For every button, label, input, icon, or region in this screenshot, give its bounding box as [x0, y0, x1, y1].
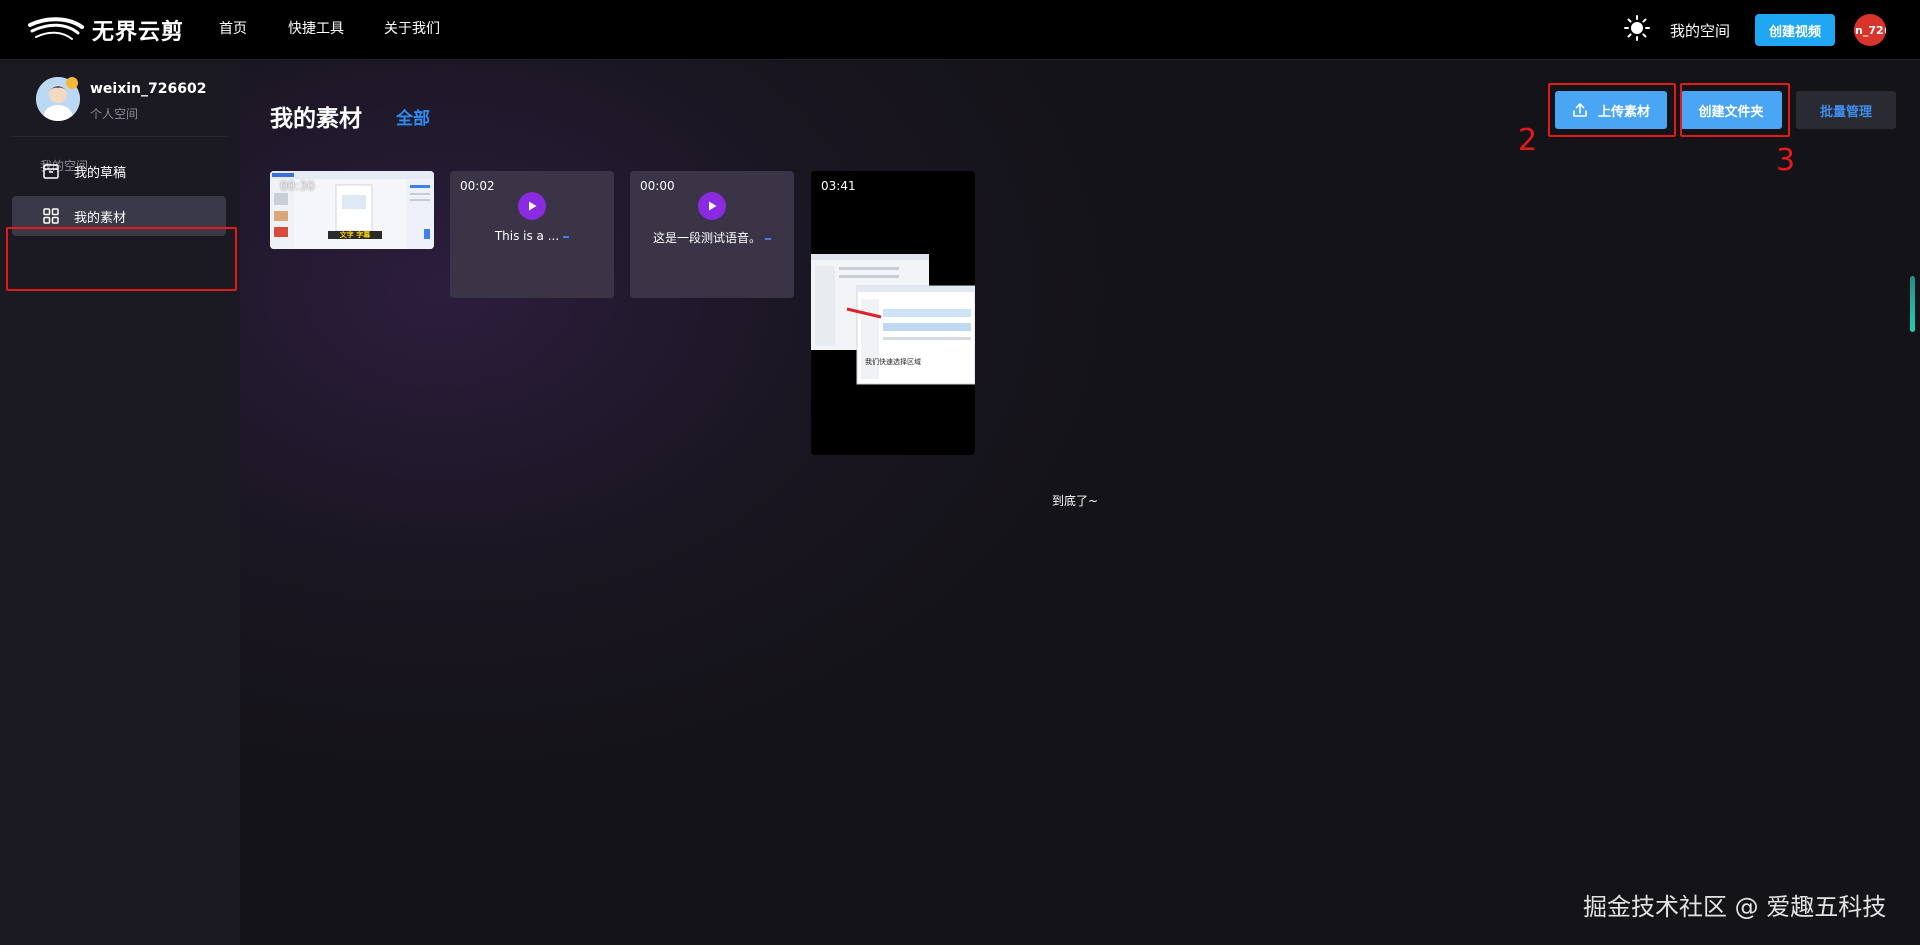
grid-icon: [43, 208, 59, 224]
create-video-button[interactable]: 创建视频: [1755, 14, 1835, 46]
card-duration: 00:00: [640, 179, 675, 193]
sidebar-divider: [12, 136, 228, 137]
play-button[interactable]: [698, 192, 726, 220]
batch-manage-button[interactable]: 批量管理: [1796, 91, 1896, 129]
theme-sun-icon[interactable]: [1624, 15, 1650, 41]
sidebar: weixin_726602 个人空间 我的空间 我的草稿 我的素材: [0, 61, 240, 945]
thumb-overlay-text: 文字 字幕: [339, 231, 371, 239]
material-card-audio[interactable]: 00:02 This is a ...: [450, 171, 614, 298]
card-duration: 00:30: [280, 179, 315, 193]
caption-dot: [765, 237, 771, 240]
video-thumbnail: [811, 254, 975, 385]
card-caption-text: This is a ...: [494, 229, 560, 243]
user-name: weixin_726602: [90, 81, 207, 97]
create-folder-button[interactable]: 创建文件夹: [1680, 91, 1782, 129]
upload-material-button[interactable]: 上传素材: [1555, 91, 1667, 129]
my-space-link[interactable]: 我的空间: [1670, 20, 1730, 41]
end-of-list-text: 到底了~: [1052, 494, 1099, 508]
nav-quick-tools[interactable]: 快捷工具: [288, 18, 344, 38]
nav-home[interactable]: 首页: [219, 18, 247, 38]
logo-swoosh-icon: [28, 17, 84, 40]
logo-text: 无界云剪: [92, 20, 185, 45]
card-caption: 这是一段测试语音。: [630, 229, 794, 246]
card-duration: 00:02: [460, 179, 495, 193]
top-navbar: 无界云剪 首页 快捷工具 关于我们 我的空间 创建视频 in_72(: [0, 0, 1920, 60]
user-avatar-top[interactable]: in_72(: [1854, 14, 1886, 46]
material-card-video[interactable]: 文字 字幕 00:30: [270, 171, 434, 249]
nav-about-us[interactable]: 关于我们: [384, 18, 440, 38]
play-icon: [529, 201, 537, 211]
vip-badge-icon: [66, 77, 78, 89]
annotation-number-3: 3: [1776, 143, 1796, 178]
sidebar-item-materials[interactable]: 我的素材: [12, 196, 226, 236]
box-icon: [43, 164, 59, 179]
material-card-audio[interactable]: 00:00 这是一段测试语音。: [630, 171, 794, 298]
caption-dot: [563, 235, 570, 238]
play-icon: [709, 201, 717, 211]
watermark: 掘金技术社区 @ 爱趣五科技: [1583, 893, 1887, 921]
upload-label: 上传素材: [1597, 104, 1650, 120]
material-card-video[interactable]: 03:41 我们快速选择区域: [811, 171, 975, 455]
upload-icon: [1573, 103, 1587, 117]
thumb-overlay-text: 我们快速选择区域: [865, 358, 921, 366]
main-content: 我的素材 全部 上传素材 创建文件夹 批量管理 2 3 文字 字幕 00:30 …: [240, 61, 1920, 945]
annotation-number-2: 2: [1518, 123, 1538, 158]
sidebar-item-label: 我的草稿: [74, 165, 127, 181]
play-button[interactable]: [518, 192, 546, 220]
card-caption-text: 这是一段测试语音。: [652, 231, 761, 245]
card-caption: This is a ...: [450, 229, 614, 243]
sidebar-item-drafts[interactable]: 我的草稿: [12, 151, 226, 191]
user-space-type: 个人空间: [90, 107, 139, 121]
logo[interactable]: 无界云剪: [26, 12, 184, 48]
sidebar-item-label: 我的素材: [74, 210, 127, 226]
page-title: 我的素材: [270, 106, 362, 132]
filter-all-tab[interactable]: 全部: [396, 104, 430, 129]
scrollbar-thumb[interactable]: [1910, 276, 1915, 332]
